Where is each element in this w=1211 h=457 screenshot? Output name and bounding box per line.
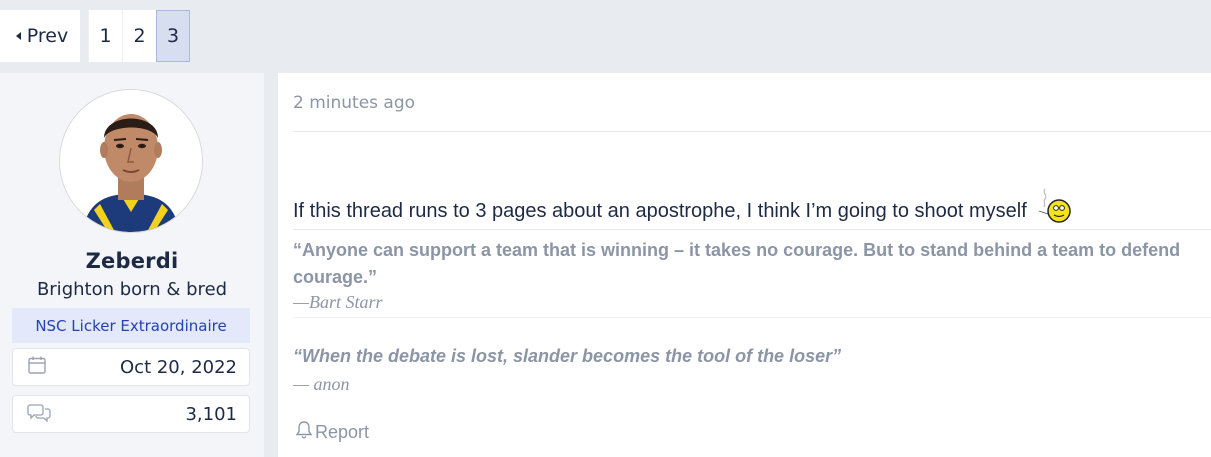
caret-left-icon [15, 32, 21, 40]
messages-stat: 3,101 [12, 395, 250, 433]
signature-quote-2: “When the debate is lost, slander become… [293, 346, 842, 366]
page-link-3-current[interactable]: 3 [156, 10, 190, 62]
signature-inner-divider [293, 317, 1211, 318]
post-header-divider [293, 131, 1211, 132]
joined-date: Oct 20, 2022 [120, 356, 237, 378]
report-label: Report [315, 422, 370, 442]
prev-page-button[interactable]: Prev [0, 10, 80, 62]
user-panel: Zeberdi Brighton born & bred NSC Licker … [0, 73, 264, 457]
messages-count: 3,101 [185, 403, 237, 425]
signature-attribution-1: —Bart Starr [293, 292, 383, 312]
smoking-smiley-icon [1033, 185, 1073, 229]
post-timestamp[interactable]: 2 minutes ago [293, 93, 415, 113]
report-button[interactable]: Report [295, 420, 369, 445]
comments-icon [27, 402, 51, 427]
post: 2 minutes ago If this thread runs to 3 p… [278, 73, 1211, 457]
username[interactable]: Zeberdi [0, 249, 264, 273]
avatar[interactable] [59, 89, 203, 233]
page-link-1[interactable]: 1 [88, 10, 122, 62]
signature-divider [293, 229, 1211, 230]
post-body: If this thread runs to 3 pages about an … [293, 185, 1073, 223]
joined-stat: Oct 20, 2022 [12, 348, 250, 386]
prev-page-label: Prev [26, 25, 69, 47]
post-text: If this thread runs to 3 pages about an … [293, 200, 1027, 222]
bell-icon [295, 420, 313, 445]
user-banner: NSC Licker Extraordinaire [12, 308, 250, 343]
signature-attribution-2: — anon [293, 374, 350, 394]
calendar-icon [27, 355, 47, 380]
pagination: Prev 1 2 3 [0, 10, 190, 62]
signature-quote-1: “Anyone can support a team that is winni… [293, 240, 1181, 287]
avatar-photo [60, 90, 202, 232]
page-link-2[interactable]: 2 [122, 10, 156, 62]
user-title: Brighton born & bred [36, 279, 228, 300]
pagination-gap [80, 10, 88, 62]
